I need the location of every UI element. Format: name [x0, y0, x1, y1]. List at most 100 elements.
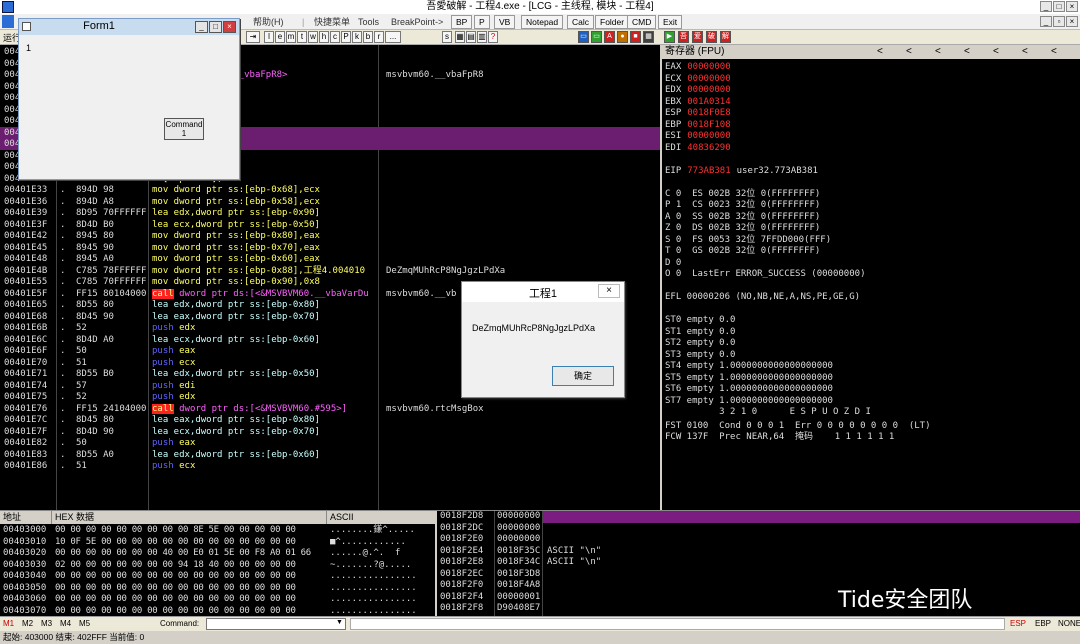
- fpu-row[interactable]: ST6 empty 1.0000000000000000000: [665, 384, 833, 396]
- flag-row[interactable]: P 1 CS 0023 32位 0(FFFFFFFF): [665, 200, 820, 212]
- arrow-icon[interactable]: <: [964, 45, 970, 59]
- minimize-button[interactable]: _: [1040, 1, 1052, 12]
- tab-m3[interactable]: M3: [41, 619, 52, 628]
- disasm-row[interactable]: 00401E42. 8945 80 mov dword ptr ss:[ebp-0x…: [0, 231, 660, 243]
- flag-row[interactable]: A 0 SS 002B 32位 0(FFFFFFFF): [665, 212, 820, 224]
- arrow-icon[interactable]: <: [1022, 45, 1028, 59]
- ai-icon[interactable]: 爱: [692, 31, 703, 43]
- form1-minimize-button[interactable]: _: [195, 21, 208, 33]
- stack-row[interactable]: 0018F2E8 0018F34C ASCII "\n": [437, 557, 1080, 569]
- step-icon[interactable]: ⇥: [246, 31, 260, 43]
- register-row[interactable]: ESI 00000000: [665, 131, 731, 143]
- ebp-button[interactable]: EBP: [1035, 619, 1051, 628]
- window-icon[interactable]: ▤: [466, 31, 476, 43]
- stack-row[interactable]: 0018F2D8 00000000: [437, 511, 1080, 523]
- disasm-row[interactable]: 00401E39. 8D95 70FFFFFF lea edx,dword ptr …: [0, 208, 660, 220]
- dump-col-address[interactable]: 地址: [0, 511, 52, 524]
- flag-row[interactable]: Z 0 DS 002B 32位 0(FFFFFFFF): [665, 223, 820, 235]
- tb-more[interactable]: ...: [385, 31, 401, 43]
- menu-shortcut[interactable]: 快捷菜单: [314, 15, 350, 29]
- notepad-button[interactable]: Notepad: [521, 15, 564, 29]
- tb-w[interactable]: w: [308, 31, 318, 43]
- dump-row[interactable]: 00403010 10 0F 5E 00 00 00 00 00 00 00 00…: [0, 537, 435, 549]
- tab-m5[interactable]: M5: [79, 619, 90, 628]
- fpu-row[interactable]: ST0 empty 0.0: [665, 315, 893, 327]
- p-button[interactable]: P: [474, 15, 490, 29]
- tb-P[interactable]: P: [341, 31, 351, 43]
- tb-l[interactable]: l: [264, 31, 274, 43]
- flag-row[interactable]: D 0: [665, 258, 681, 270]
- jie-icon[interactable]: 解: [720, 31, 731, 43]
- po-icon[interactable]: 破: [706, 31, 717, 43]
- stack-row[interactable]: 0018F2E4 0018F35C ASCII "\n": [437, 546, 1080, 558]
- command1-button[interactable]: Command 1: [164, 118, 204, 140]
- register-row[interactable]: EBP 0018F108: [665, 120, 731, 132]
- eip-row[interactable]: EIP 773AB381 user32.773AB381: [665, 166, 818, 178]
- app-menu-icon[interactable]: [2, 15, 14, 28]
- flag-row[interactable]: S 0 FS 0053 32位 7FFDD000(FFF): [665, 235, 831, 247]
- tb-b[interactable]: b: [363, 31, 373, 43]
- disasm-row[interactable]: 00401E83. 8D55 A0 lea edx,dword ptr ss:[eb…: [0, 450, 660, 462]
- form1-close-button[interactable]: ×: [223, 21, 236, 33]
- form1-titlebar[interactable]: Form1 _ □ ×: [19, 19, 239, 35]
- efl-row[interactable]: EFL 00000206 (NO,NB,NE,A,NS,PE,GE,G): [665, 292, 860, 304]
- a-tool-icon[interactable]: A: [604, 31, 615, 43]
- stack-row[interactable]: 0018F2F4 00000001: [437, 592, 1080, 604]
- disasm-row[interactable]: 00401E48. 8945 A0 mov dword ptr ss:[ebp-0x…: [0, 254, 660, 266]
- chevron-down-icon[interactable]: ▼: [336, 619, 343, 626]
- disasm-row[interactable]: 00401E33. 894D 98 mov dword ptr ss:[ebp-0x…: [0, 185, 660, 197]
- tb-c[interactable]: c: [330, 31, 340, 43]
- gray-tool-icon[interactable]: ▦: [643, 31, 654, 43]
- disasm-row[interactable]: 00401E3F. 8D4D B0 lea ecx,dword ptr ss:[eb…: [0, 220, 660, 232]
- child-close-button[interactable]: ×: [1066, 16, 1078, 27]
- register-row[interactable]: EDX 00000000: [665, 85, 731, 97]
- menu-help[interactable]: 帮助(H): [253, 15, 284, 29]
- fpu-row[interactable]: ST1 empty 0.0: [665, 327, 735, 339]
- form1-window[interactable]: Form1 _ □ × 1 Command 1: [18, 18, 240, 180]
- arrow-icon[interactable]: <: [1051, 45, 1057, 59]
- flag-row[interactable]: O 0 LastErr ERROR_SUCCESS (00000000): [665, 269, 865, 281]
- disasm-row[interactable]: 00401E82. 50 push eax: [0, 438, 660, 450]
- tb-r[interactable]: r: [374, 31, 384, 43]
- blue-tool-icon[interactable]: ▭: [578, 31, 589, 43]
- disasm-row[interactable]: 00401E76. FF15 24104000 call dword ptr ds:…: [0, 403, 660, 416]
- disasm-row[interactable]: 00401E36. 894D A8 mov dword ptr ss:[ebp-0x…: [0, 197, 660, 209]
- run-green-icon[interactable]: ▶: [664, 31, 675, 43]
- stack-pane[interactable]: 0018F2D8 00000000 0018F2DC 00000000 0018F2E0…: [437, 511, 1080, 616]
- register-row[interactable]: ESP 0018F0E8: [665, 108, 731, 120]
- vb-button[interactable]: VB: [494, 15, 516, 29]
- fpu-row[interactable]: ST4 empty 1.0000000000000000000: [665, 361, 833, 373]
- tb-t[interactable]: t: [297, 31, 307, 43]
- tab-m4[interactable]: M4: [60, 619, 71, 628]
- dump-row[interactable]: 00403030 02 00 00 00 00 00 00 00 94 18 40…: [0, 560, 435, 572]
- maximize-button[interactable]: □: [1053, 1, 1065, 12]
- fpu-row[interactable]: ST2 empty 0.0: [665, 338, 735, 350]
- dump-col-ascii[interactable]: ASCII: [327, 511, 435, 524]
- child-restore-button[interactable]: ▫: [1053, 16, 1065, 27]
- register-row[interactable]: EBX 001A0314: [665, 97, 731, 109]
- ok-button[interactable]: 确定: [552, 366, 614, 386]
- bp-button[interactable]: BP: [451, 15, 473, 29]
- disasm-row[interactable]: 00401E4B. C785 78FFFFFF mov dword ptr ss:[…: [0, 266, 660, 278]
- fpu-row[interactable]: ST5 empty 1.0000000000000000000: [665, 373, 833, 385]
- disasm-row[interactable]: 00401E7C. 8D45 80 lea eax,dword ptr ss:[eb…: [0, 415, 660, 427]
- orange-tool-icon[interactable]: ●: [617, 31, 628, 43]
- exit-button[interactable]: Exit: [658, 15, 683, 29]
- tb-h[interactable]: h: [319, 31, 329, 43]
- layout-icon[interactable]: ▥: [477, 31, 487, 43]
- fst-row[interactable]: FST 0100 Cond 0 0 0 1 Err 0 0 0 0 0 0 0 …: [665, 421, 931, 433]
- fpu-row[interactable]: ST3 empty 0.0: [665, 350, 735, 362]
- none-button[interactable]: NONE: [1058, 619, 1080, 628]
- dump-row[interactable]: 00403040 00 00 00 00 00 00 00 00 00 00 00…: [0, 571, 435, 583]
- wuai-icon[interactable]: 吾: [678, 31, 689, 43]
- fcw-row[interactable]: FCW 137F Prec NEAR,64 掩码 1 1 1 1 1 1: [665, 432, 894, 444]
- esp-button[interactable]: ESP: [1010, 619, 1026, 628]
- arrow-icon[interactable]: <: [906, 45, 912, 59]
- register-row[interactable]: ECX 00000000: [665, 74, 731, 86]
- disasm-row[interactable]: 00401E7F. 8D4D 90 lea ecx,dword ptr ss:[eb…: [0, 427, 660, 439]
- form1-maximize-button[interactable]: □: [209, 21, 222, 33]
- message-box-titlebar[interactable]: 工程1 ×: [462, 282, 624, 302]
- dump-row[interactable]: 00403060 00 00 00 00 00 00 00 00 00 00 00…: [0, 594, 435, 606]
- flag-row[interactable]: C 0 ES 002B 32位 0(FFFFFFFF): [665, 189, 820, 201]
- disasm-row[interactable]: 00401E45. 8945 90 mov dword ptr ss:[ebp-0x…: [0, 243, 660, 255]
